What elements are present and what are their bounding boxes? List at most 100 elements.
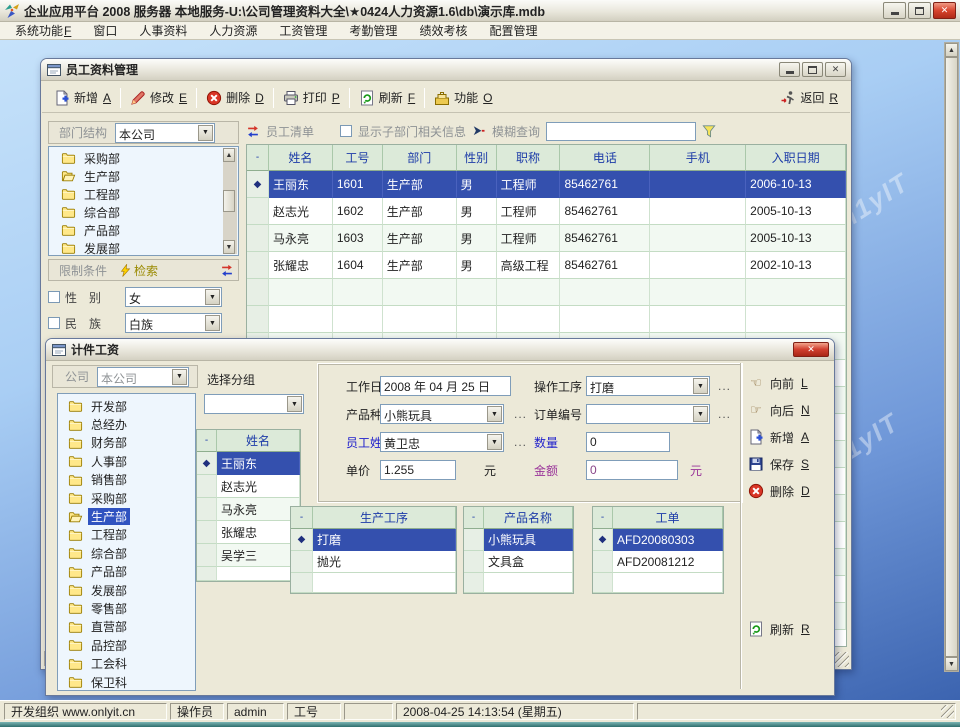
menu-item[interactable]: 窗口 xyxy=(82,21,128,40)
table-row[interactable]: 张耀忠1604生产部男高级工程854627612002-10-13 xyxy=(247,252,846,279)
table-row[interactable]: 文具盒 xyxy=(464,551,573,573)
tree-item[interactable]: 品控部 xyxy=(68,636,195,654)
table-row[interactable]: ◆打磨 xyxy=(291,529,456,551)
table-row[interactable]: AFD20081212 xyxy=(593,551,723,573)
tree-scrollbar[interactable]: ▲ ▼ xyxy=(223,148,237,254)
tree-item[interactable]: 开发部 xyxy=(68,397,195,415)
list-item[interactable]: 赵志光 xyxy=(197,475,300,498)
resize-grip[interactable] xyxy=(834,652,849,667)
column-header[interactable]: 部门 xyxy=(383,145,457,171)
chevron-down-icon[interactable]: ▼ xyxy=(487,406,502,422)
process-select[interactable]: 打磨 ▼ xyxy=(586,376,710,396)
tree-item[interactable]: 采购部 xyxy=(68,489,195,507)
toolbar-button-func[interactable]: 功能O xyxy=(428,87,498,108)
list-item[interactable]: 张耀忠 xyxy=(197,521,300,544)
table-row[interactable]: 赵志光1602生产部男工程师854627612005-10-13 xyxy=(247,198,846,225)
scrollbar-thumb[interactable] xyxy=(945,57,958,657)
tree-item[interactable]: 采购部 xyxy=(61,149,238,167)
toolbar-button-new[interactable]: 新增A xyxy=(48,87,117,108)
column-header[interactable]: 姓名 xyxy=(217,430,300,452)
tree-item[interactable]: 综合部 xyxy=(61,203,238,221)
toolbar-button-edit[interactable]: 修改E xyxy=(124,87,193,108)
order-browse-button[interactable]: ... xyxy=(718,404,731,424)
unit-price-input[interactable] xyxy=(380,460,456,480)
maximize-button[interactable] xyxy=(802,62,823,77)
action-button-hand-right[interactable]: ☞向后N xyxy=(748,400,832,420)
tree-item[interactable]: 产品部 xyxy=(68,563,195,581)
company-select[interactable]: 本公司 ▼ xyxy=(97,367,189,387)
chevron-down-icon[interactable]: ▼ xyxy=(287,396,302,412)
tree-item[interactable]: 直营部 xyxy=(68,618,195,636)
tree-item[interactable]: 人事部 xyxy=(68,452,195,470)
tree-item[interactable]: 产品部 xyxy=(61,221,238,239)
tree-item[interactable]: 财务部 xyxy=(68,434,195,452)
column-header[interactable]: - xyxy=(247,145,269,171)
amount-input[interactable] xyxy=(586,460,678,480)
list-item[interactable]: 马永亮 xyxy=(197,498,300,521)
column-header[interactable]: 工号 xyxy=(333,145,383,171)
order-select[interactable]: ▼ xyxy=(586,404,710,424)
menu-item[interactable]: 配置管理 xyxy=(478,21,548,40)
show-subdept-checkbox[interactable] xyxy=(340,125,352,137)
search-button[interactable]: 检索 xyxy=(119,262,158,279)
process-browse-button[interactable]: ... xyxy=(718,376,731,396)
return-button[interactable]: 返回R xyxy=(774,87,844,108)
locate-icon[interactable] xyxy=(472,125,486,138)
menu-item[interactable]: 考勤管理 xyxy=(338,21,408,40)
chevron-down-icon[interactable]: ▼ xyxy=(198,125,213,141)
action-button-new[interactable]: 新增A xyxy=(748,427,832,447)
scroll-down-icon[interactable]: ▼ xyxy=(223,240,235,254)
column-header[interactable]: - xyxy=(464,507,484,529)
action-button-delete[interactable]: 删除D xyxy=(748,481,832,501)
menu-item[interactable]: 绩效考核 xyxy=(408,21,478,40)
tree-item[interactable]: 工会科 xyxy=(68,654,195,672)
checkbox[interactable] xyxy=(48,291,60,303)
funnel-icon[interactable] xyxy=(702,124,716,138)
filter-select[interactable]: 白族▼ xyxy=(125,313,222,333)
tree-item[interactable]: 生产部 xyxy=(68,507,195,525)
employee-browse-button[interactable]: ... xyxy=(514,432,527,452)
list-item[interactable]: 吴学三 xyxy=(197,544,300,567)
chevron-down-icon[interactable]: ▼ xyxy=(172,369,187,385)
menu-item[interactable]: 系统功能F xyxy=(4,21,82,40)
scrollbar-thumb[interactable] xyxy=(223,190,235,212)
tree-item[interactable]: 总经办 xyxy=(68,415,195,433)
chevron-down-icon[interactable]: ▼ xyxy=(487,434,502,450)
table-row[interactable]: 马永亮1603生产部男工程师854627612005-10-13 xyxy=(247,225,846,252)
fuzzy-search-input[interactable] xyxy=(546,122,696,141)
column-header[interactable]: 手机 xyxy=(650,145,746,171)
chevron-down-icon[interactable]: ▼ xyxy=(693,406,708,422)
column-header[interactable]: - xyxy=(593,507,613,529)
scroll-up-icon[interactable]: ▲ xyxy=(945,43,958,57)
resize-grip[interactable] xyxy=(941,705,954,718)
table-row[interactable]: ◆AFD20080303 xyxy=(593,529,723,551)
menu-item[interactable]: 人事资料 xyxy=(128,21,198,40)
close-button[interactable]: ✕ xyxy=(933,2,956,19)
tree-item[interactable]: 生产部 xyxy=(61,167,238,185)
table-row[interactable]: 小熊玩具 xyxy=(464,529,573,551)
table-row[interactable]: 抛光 xyxy=(291,551,456,573)
minimize-button[interactable] xyxy=(779,62,800,77)
product-browse-button[interactable]: ... xyxy=(514,404,527,424)
refresh-button[interactable]: 刷新R xyxy=(748,619,810,639)
chevron-down-icon[interactable]: ▼ xyxy=(205,289,220,305)
column-header[interactable]: 职称 xyxy=(497,145,561,171)
minimize-button[interactable] xyxy=(883,2,906,19)
table-row[interactable]: ◆王丽东1601生产部男工程师854627612006-10-13 xyxy=(247,171,846,198)
tree-item[interactable]: 工程部 xyxy=(68,526,195,544)
menu-item[interactable]: 工资管理 xyxy=(268,21,338,40)
tree-item[interactable]: 工程部 xyxy=(61,185,238,203)
action-button-save[interactable]: 保存S xyxy=(748,454,832,474)
group-select[interactable]: ▼ xyxy=(204,394,304,414)
piece-wage-titlebar[interactable]: 计件工资 ✕ xyxy=(46,339,834,361)
scroll-down-icon[interactable]: ▼ xyxy=(945,657,958,671)
tree-item[interactable]: 零售部 xyxy=(68,599,195,617)
toolbar-button-refresh[interactable]: 刷新F xyxy=(353,87,421,108)
tree-item[interactable]: 发展部 xyxy=(68,581,195,599)
scroll-up-icon[interactable]: ▲ xyxy=(223,148,235,162)
company-select[interactable]: 本公司 ▼ xyxy=(115,123,215,143)
chevron-down-icon[interactable]: ▼ xyxy=(693,378,708,394)
checkbox[interactable] xyxy=(48,317,60,329)
filter-select[interactable]: 女▼ xyxy=(125,287,222,307)
work-date-input[interactable] xyxy=(380,376,511,396)
